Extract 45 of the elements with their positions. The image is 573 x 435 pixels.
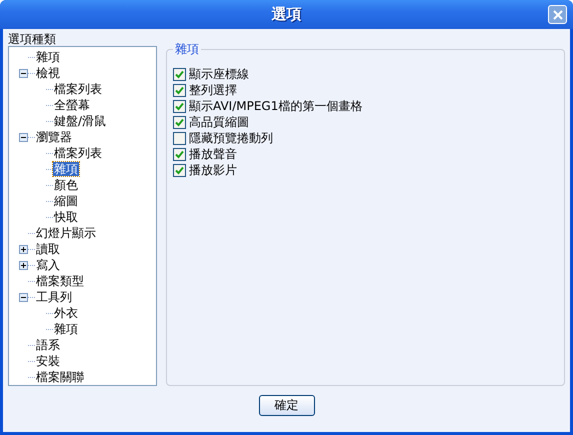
- tree-item[interactable]: 讀取: [35, 242, 61, 256]
- checkbox[interactable]: [173, 132, 186, 144]
- checkbox[interactable]: [173, 164, 186, 176]
- tree-item[interactable]: 全螢幕: [53, 98, 91, 112]
- tree-item[interactable]: 鍵盤/滑鼠: [53, 114, 108, 128]
- expand-icon[interactable]: [19, 244, 28, 254]
- checkbox-label: 播放影片: [189, 162, 237, 178]
- tree-item[interactable]: 縮圖: [53, 194, 79, 208]
- collapse-icon[interactable]: [19, 132, 28, 142]
- checkbox-label: 隱藏預覽捲動列: [189, 130, 273, 146]
- expand-icon[interactable]: [19, 260, 28, 270]
- tree-item[interactable]: 檔案關聯: [35, 370, 85, 384]
- tree-item[interactable]: 工具列: [35, 290, 73, 304]
- tree-item[interactable]: 寫入: [35, 258, 61, 272]
- tree-label: 選項種類: [8, 32, 57, 46]
- tree-item[interactable]: 檔案列表: [53, 146, 103, 160]
- tree-item[interactable]: 安裝: [35, 354, 61, 368]
- collapse-icon[interactable]: [19, 68, 28, 78]
- tree-item[interactable]: 檔案類型: [35, 274, 85, 288]
- checkbox-label: 顯示座標線: [189, 66, 249, 82]
- tree-item[interactable]: 雜項: [53, 162, 79, 176]
- checkbox-label: 高品質縮圖: [189, 114, 249, 130]
- tree-item[interactable]: 顏色: [53, 178, 79, 192]
- ok-button[interactable]: 確定: [258, 395, 314, 416]
- tree-item[interactable]: 雜項: [53, 322, 79, 336]
- checkbox-label: 整列選擇: [189, 82, 237, 98]
- tree-item[interactable]: 語系: [35, 338, 61, 352]
- tree-item[interactable]: 雜項: [35, 50, 61, 64]
- checkbox[interactable]: [173, 148, 186, 160]
- tree-item[interactable]: 幻燈片顯示: [35, 226, 97, 240]
- tree-item[interactable]: 檔案列表: [53, 82, 103, 96]
- tree-item[interactable]: 瀏覽器: [35, 130, 73, 144]
- tree-item[interactable]: 外衣: [53, 306, 79, 320]
- group-title: 雜項: [173, 41, 201, 58]
- checkbox-label: 播放聲音: [189, 146, 237, 162]
- tree-item[interactable]: 快取: [53, 210, 79, 224]
- window-title: 選項: [272, 5, 302, 24]
- checkbox[interactable]: [173, 68, 186, 80]
- close-icon: [552, 10, 562, 20]
- collapse-icon[interactable]: [19, 292, 28, 302]
- checkbox[interactable]: [173, 84, 186, 96]
- checkbox[interactable]: [173, 100, 186, 112]
- tree-item[interactable]: 檢視: [35, 66, 61, 80]
- checkbox[interactable]: [173, 116, 186, 128]
- checkbox-label: 顯示AVI/MPEG1檔的第一個畫格: [189, 98, 362, 114]
